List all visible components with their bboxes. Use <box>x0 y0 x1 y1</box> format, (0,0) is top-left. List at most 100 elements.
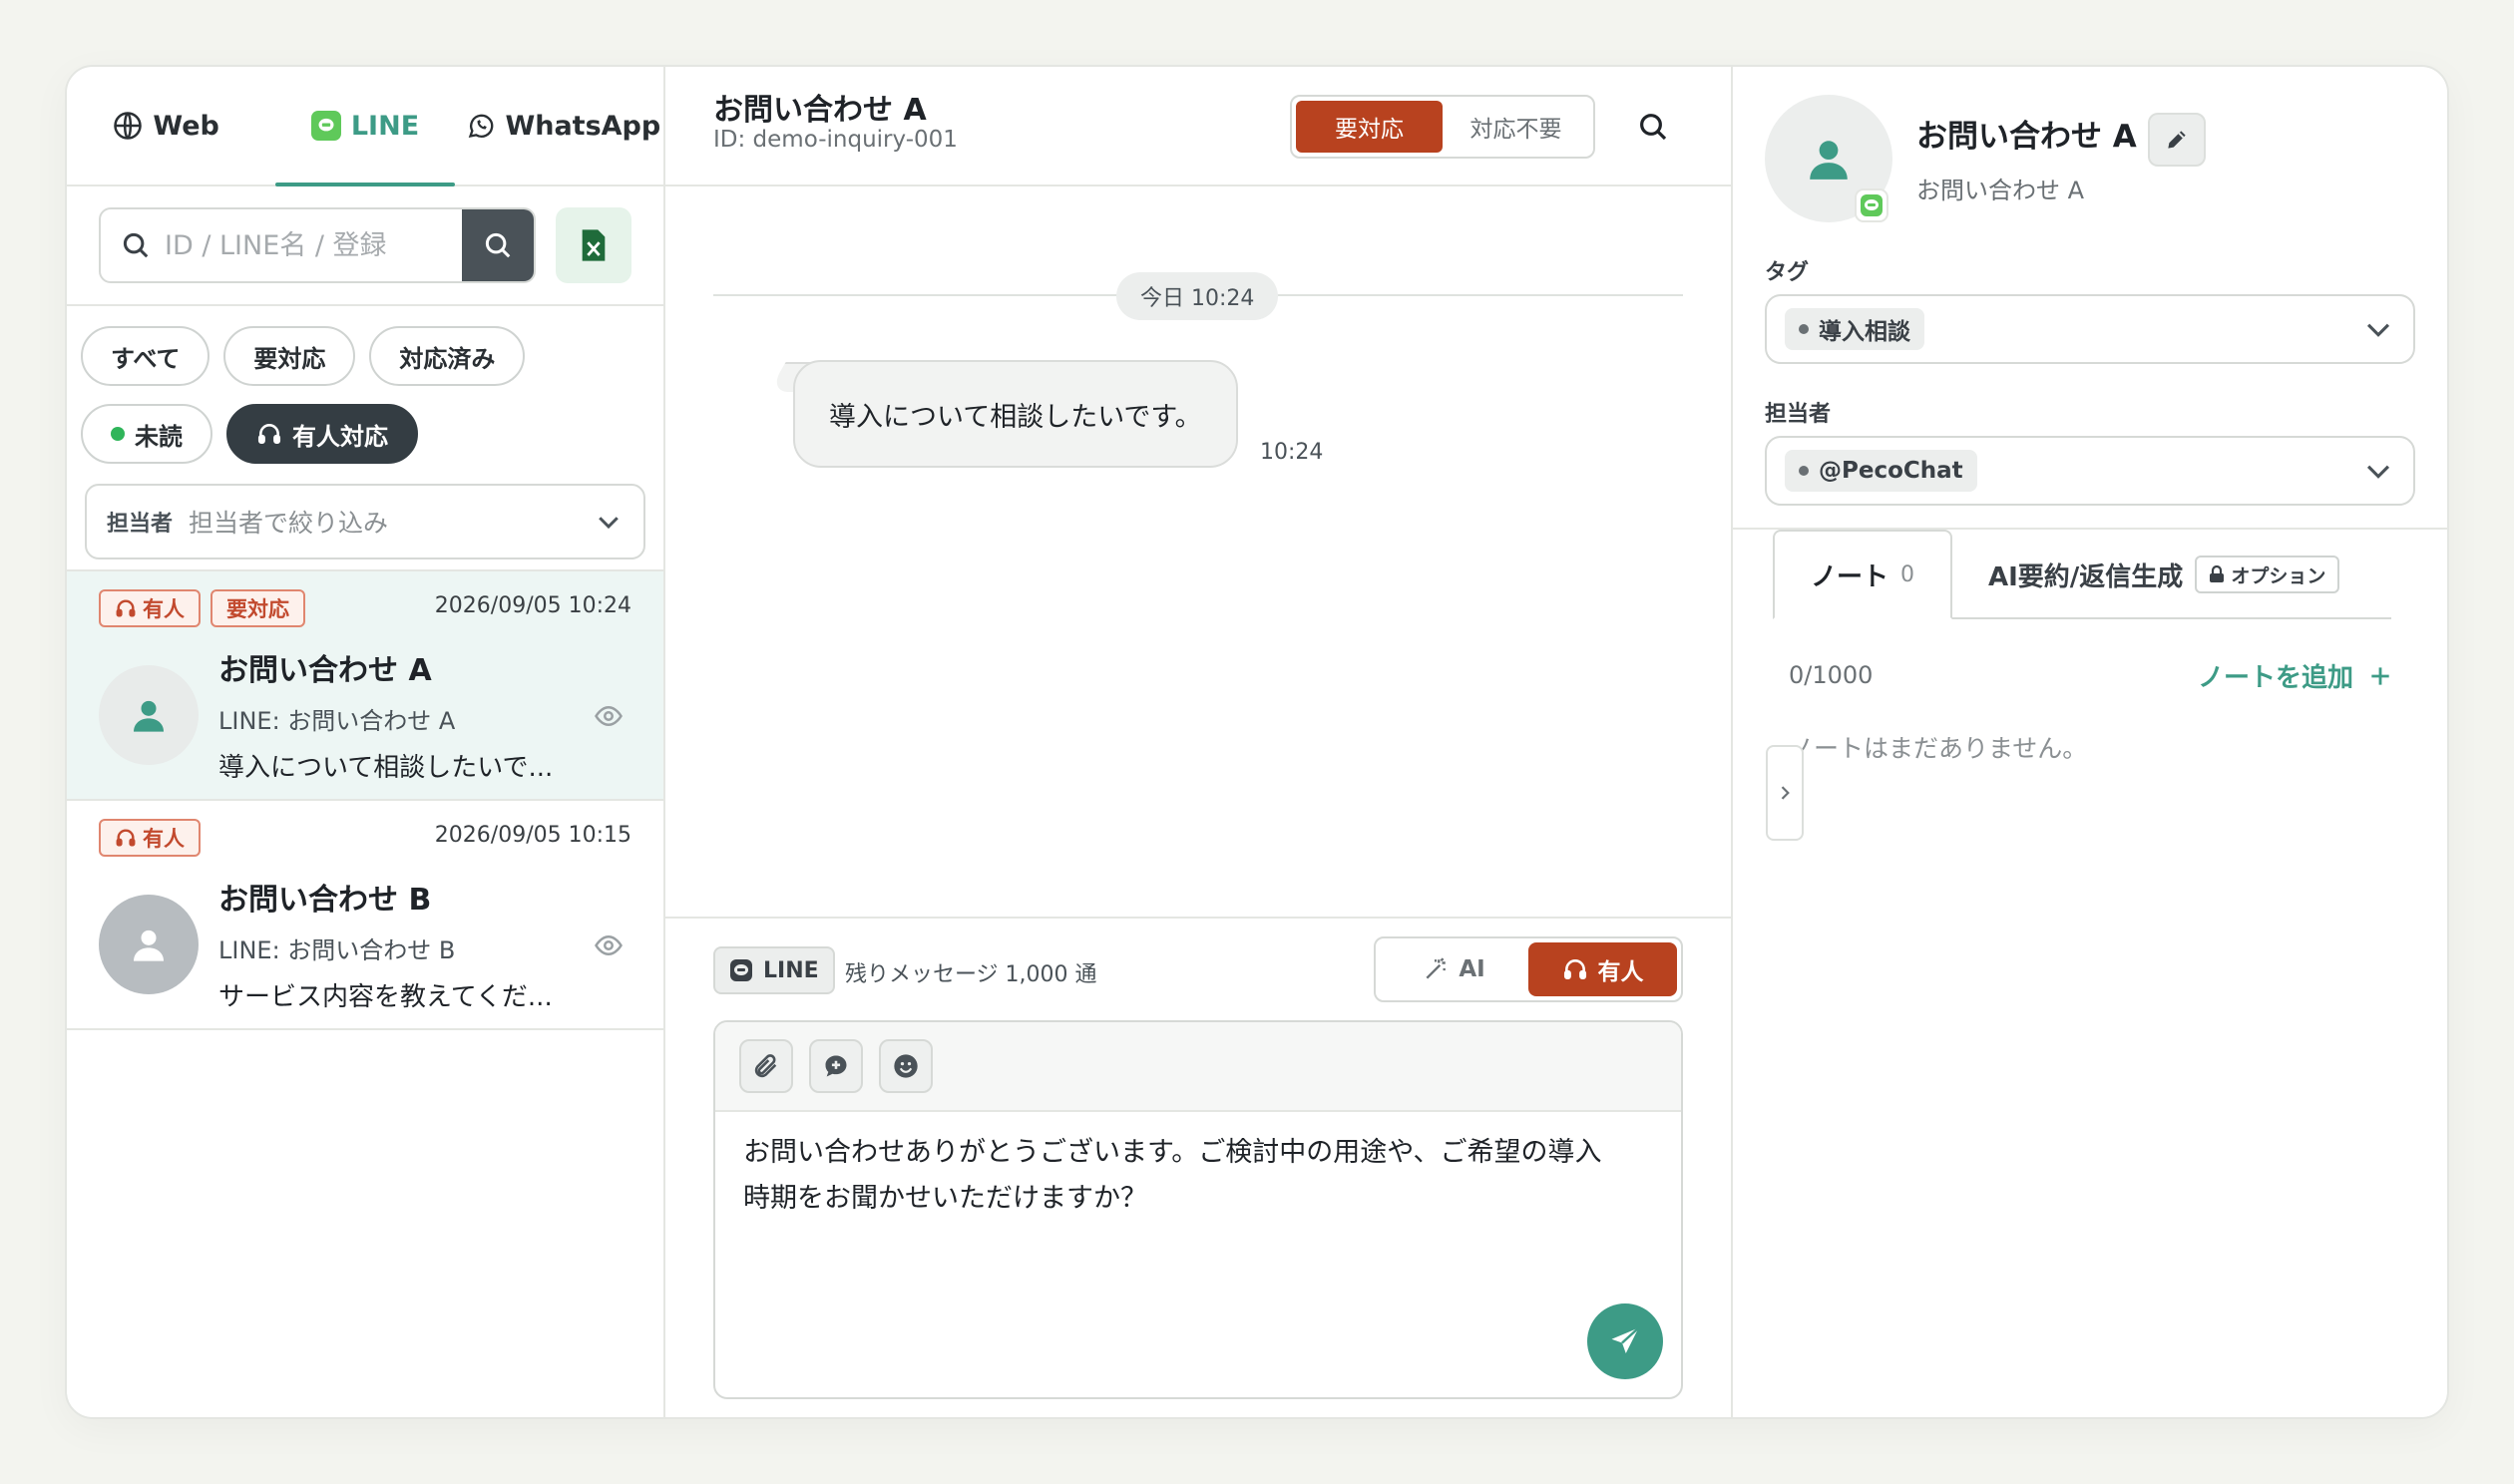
conversation-preview: 導入について相談したいで... <box>218 753 554 783</box>
headset-icon <box>116 829 136 847</box>
filter-done[interactable]: 対応済み <box>369 326 526 386</box>
search-field-wrap <box>101 209 462 281</box>
tab-web-label: Web <box>153 110 219 142</box>
collapse-panel-button[interactable] <box>1766 745 1804 841</box>
composer-toolbar <box>715 1022 1681 1112</box>
excel-icon <box>582 229 606 261</box>
tag-select[interactable]: 導入相談 <box>1765 294 2415 364</box>
mode-human-button[interactable]: 有人 <box>1528 942 1677 996</box>
note-tabs: ノート 0 AI要約/返信生成 オプション <box>1773 530 2391 619</box>
conversation-time: 2026/09/05 10:24 <box>434 593 631 618</box>
avatar <box>99 895 199 994</box>
chat-header: お問い合わせ A ID: demo-inquiry-001 要対応 対応不要 <box>665 67 1731 186</box>
tab-ai-label: AI要約/返信生成 <box>1988 561 2184 592</box>
user-icon <box>1810 141 1848 180</box>
remaining-messages: 残りメッセージ 1,000 通 <box>845 962 1097 987</box>
assignee-select[interactable]: @PecoChat <box>1765 436 2415 506</box>
filter-all-label: すべて <box>111 344 181 373</box>
status-filters: すべて 要対応 対応済み 未読 有人対応 <box>67 306 663 464</box>
chat-title: お問い合わせ A <box>713 93 927 128</box>
assignee-label: 担当者 <box>1765 402 1832 427</box>
status-needs-action-button[interactable]: 要対応 <box>1296 101 1443 153</box>
search-row <box>67 186 663 306</box>
send-button[interactable] <box>1587 1303 1663 1379</box>
attach-button[interactable] <box>739 1039 793 1093</box>
option-badge: オプション <box>2195 556 2340 593</box>
date-pill: 今日 10:24 <box>1116 272 1279 320</box>
search-input[interactable] <box>165 229 404 261</box>
status-not-needed-button[interactable]: 対応不要 <box>1443 101 1589 153</box>
conversation-sub: LINE: お問い合わせ B <box>218 936 456 964</box>
profile-name: お問い合わせ A <box>1916 119 2137 155</box>
tab-whatsapp-label: WhatsApp <box>505 110 661 142</box>
conversation-item[interactable]: 有人 要対応 2026/09/05 10:24 お問い合わせ A LINE: お… <box>67 571 663 801</box>
message-draft-input[interactable]: お問い合わせありがとうございます。ご検討中の用途や、ご希望の導入 時期をお聞かせ… <box>715 1112 1681 1240</box>
inbox-app: Web LINE WhatsApp ID / LINE名 / 登録 すべて 要対… <box>65 65 2449 1419</box>
tab-ai-summary[interactable]: AI要約/返信生成 オプション <box>1952 530 2375 619</box>
channel-tabs: Web LINE WhatsApp <box>67 67 663 186</box>
mode-ai-label: AI <box>1459 956 1485 982</box>
emoji-button[interactable] <box>879 1039 933 1093</box>
add-note-button[interactable]: ノートを追加 <box>2198 657 2393 694</box>
paperclip-icon <box>754 1054 777 1078</box>
reply-mode-toggle: AI 有人 <box>1374 936 1683 1002</box>
tab-whatsapp[interactable]: WhatsApp <box>465 67 663 185</box>
conversation-item[interactable]: 有人 2026/09/05 10:15 お問い合わせ B LINE: お問い合わ… <box>67 801 663 1030</box>
chat-panel: お問い合わせ A ID: demo-inquiry-001 要対応 対応不要 今… <box>665 67 1733 1417</box>
search-icon <box>1640 114 1667 141</box>
magic-wand-icon <box>1426 957 1447 979</box>
conversation-name: お問い合わせ B <box>218 883 432 918</box>
tab-notes-count: 0 <box>1900 561 1915 587</box>
filter-human-label: 有人対応 <box>292 422 388 451</box>
emoji-icon <box>894 1054 918 1078</box>
tab-line[interactable]: LINE <box>265 67 464 186</box>
mode-ai-button[interactable]: AI <box>1380 942 1528 996</box>
message-composer: お問い合わせありがとうございます。ご検討中の用途や、ご希望の導入 時期をお聞かせ… <box>713 1020 1683 1399</box>
channel-pill-label: LINE <box>763 957 819 983</box>
filter-all[interactable]: すべて <box>81 326 210 386</box>
conversation-name: お問い合わせ A <box>218 653 432 688</box>
search-button[interactable] <box>462 209 534 281</box>
tab-notes-label: ノート <box>1811 561 1889 592</box>
chat-search-button[interactable] <box>1637 111 1669 147</box>
export-excel-button[interactable] <box>556 207 631 283</box>
edit-profile-button[interactable] <box>2148 113 2206 167</box>
line-icon <box>310 111 341 141</box>
conversation-preview: サービス内容を教えてくだ... <box>218 982 553 1012</box>
eye-icon[interactable] <box>594 930 624 964</box>
search-box <box>99 207 536 283</box>
tab-notes[interactable]: ノート 0 <box>1773 530 1953 619</box>
template-button[interactable] <box>809 1039 863 1093</box>
needs-action-tag-label: 要対応 <box>226 597 289 621</box>
chevron-down-icon <box>2366 465 2390 479</box>
filter-unread[interactable]: 未読 <box>81 404 212 464</box>
plus-icon <box>2371 666 2389 685</box>
unread-dot-icon <box>111 427 125 441</box>
conversation-sub: LINE: お問い合わせ A <box>218 707 456 735</box>
note-char-count: 0/1000 <box>1789 661 1874 689</box>
status-toggle: 要対応 対応不要 <box>1290 95 1595 159</box>
assignee-filter-label: 担当者 <box>107 512 174 537</box>
eye-icon[interactable] <box>594 701 624 735</box>
tag-label: タグ <box>1765 260 1810 285</box>
status-off-label: 対応不要 <box>1469 117 1562 143</box>
globe-icon <box>114 112 143 140</box>
assignee-filter-select[interactable]: 担当者 担当者で絞り込み <box>85 484 645 559</box>
headset-icon <box>116 599 136 617</box>
filter-unread-label: 未読 <box>135 422 183 451</box>
human-tag: 有人 <box>99 819 201 857</box>
message-text: 導入について相談したいです。 <box>829 401 1202 433</box>
filter-done-label: 対応済み <box>399 344 496 373</box>
filter-human[interactable]: 有人対応 <box>226 404 418 464</box>
whatsapp-icon <box>469 114 494 139</box>
conversation-list-panel: Web LINE WhatsApp ID / LINE名 / 登録 すべて 要対… <box>67 67 665 1417</box>
conversation-time: 2026/09/05 10:15 <box>434 823 631 848</box>
chevron-down-icon <box>599 517 619 530</box>
tab-line-label: LINE <box>350 110 420 142</box>
filter-needs-action[interactable]: 要対応 <box>223 326 356 386</box>
mode-human-label: 有人 <box>1597 959 1644 985</box>
tab-web[interactable]: Web <box>67 67 265 185</box>
assignee-filter-placeholder: 担当者で絞り込み <box>189 509 389 538</box>
chat-plus-icon <box>825 1055 847 1077</box>
tag-chip: 導入相談 <box>1785 308 1924 350</box>
